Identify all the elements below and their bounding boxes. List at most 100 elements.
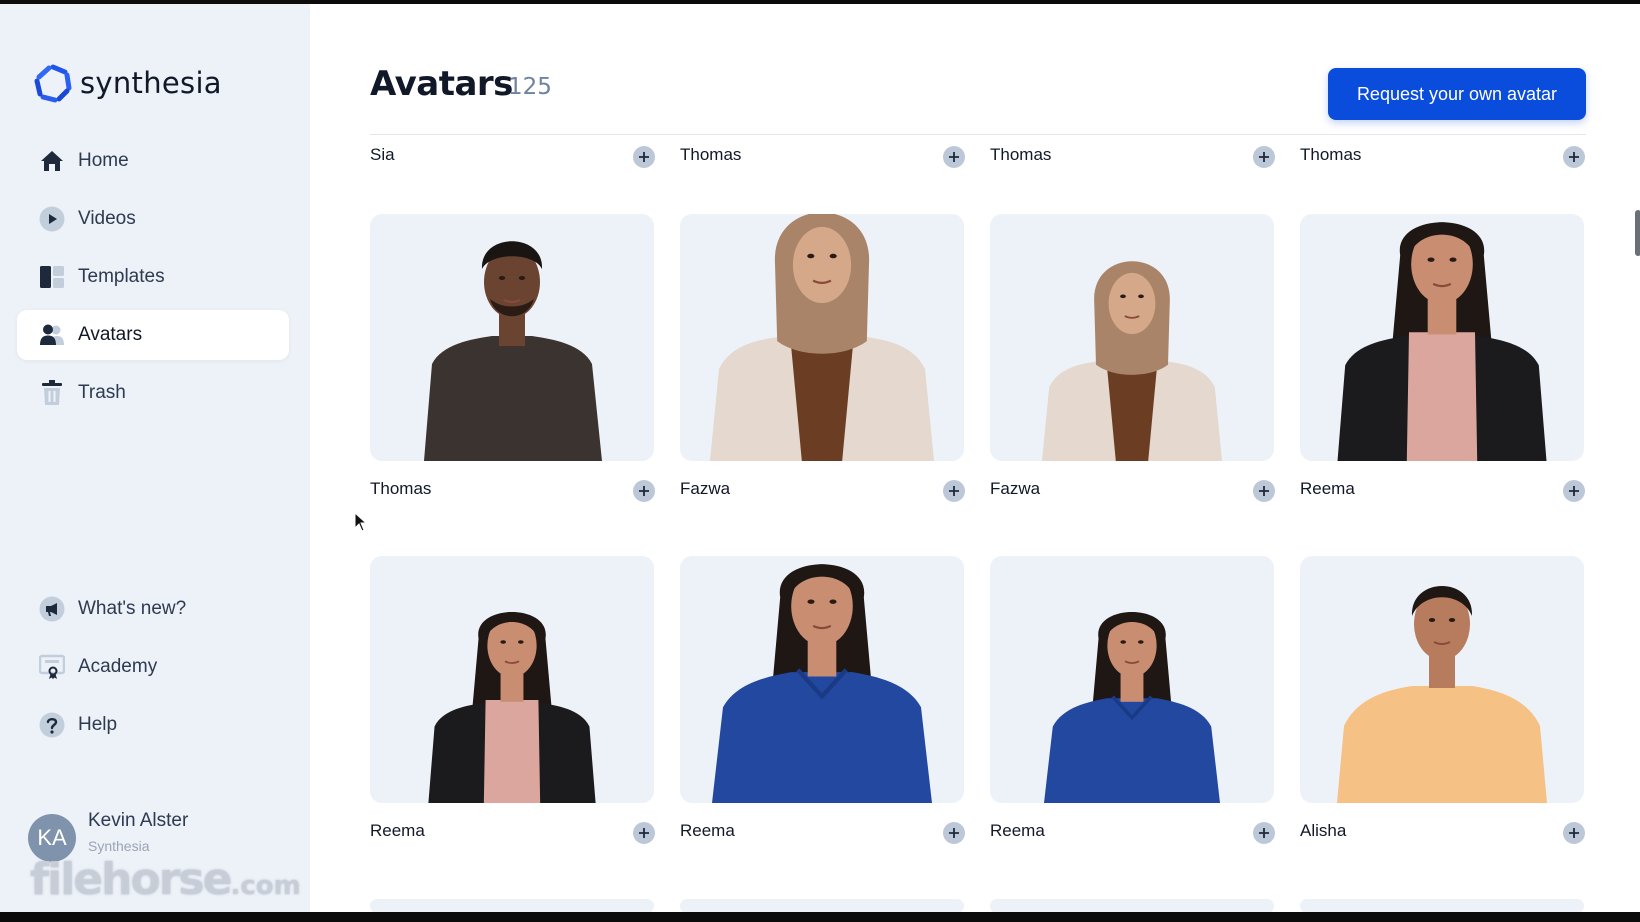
nav-label: Videos — [78, 208, 136, 229]
nav-item-avatars[interactable]: Avatars — [17, 310, 289, 360]
avatar-name: Thomas — [370, 479, 432, 498]
avatar-neck — [1429, 656, 1455, 688]
avatar-thumbnail[interactable] — [680, 214, 964, 461]
avatar-name: Thomas — [680, 145, 742, 164]
nav-label: Trash — [78, 382, 126, 403]
help-icon — [39, 712, 65, 738]
plus-icon — [639, 828, 649, 838]
avatar-thumbnail — [990, 899, 1274, 912]
nav-label: Academy — [78, 656, 158, 677]
filehorse-watermark: filehorse.com — [30, 854, 301, 905]
plus-icon — [1259, 486, 1269, 496]
avatar-name: Thomas — [1300, 145, 1362, 164]
scrollbar-thumb[interactable] — [1635, 210, 1640, 256]
plus-icon — [639, 152, 649, 162]
nav-item-trash[interactable]: Trash — [17, 368, 289, 418]
avatar-clothing — [1337, 686, 1547, 803]
add-avatar-button[interactable] — [633, 480, 655, 502]
avatar-image — [424, 241, 602, 461]
add-avatar-button[interactable] — [1253, 146, 1275, 168]
sidebar: synthesia Home Videos Templates Avatars … — [0, 4, 310, 912]
request-own-avatar-button[interactable]: Request your own avatar — [1328, 68, 1586, 120]
avatar-thumbnail[interactable] — [680, 556, 964, 803]
avatar-eye — [1448, 618, 1456, 622]
avatar-eye — [1428, 618, 1436, 622]
nav-item-home[interactable]: Home — [17, 136, 289, 186]
nav-label: Home — [78, 150, 129, 171]
avatar-figure — [1044, 612, 1220, 803]
avatar-image — [428, 612, 596, 803]
avatar-name: Fazwa — [990, 479, 1041, 498]
user-organization: Synthesia — [88, 838, 150, 854]
nav-item-whats-new[interactable]: What's new? — [17, 584, 289, 634]
home-icon — [39, 148, 65, 174]
avatar-figure — [1337, 222, 1547, 461]
add-avatar-button[interactable] — [1563, 480, 1585, 502]
avatar-face — [792, 226, 852, 304]
mouse-cursor-icon — [354, 512, 368, 532]
plus-icon — [1569, 486, 1579, 496]
nav-label: Avatars — [78, 324, 143, 345]
brand-name: synthesia — [80, 66, 222, 100]
avatar-thumbnail[interactable] — [1300, 214, 1584, 461]
nav-item-videos[interactable]: Videos — [17, 194, 289, 244]
add-avatar-button[interactable] — [1563, 146, 1585, 168]
add-avatar-button[interactable] — [943, 822, 965, 844]
avatar-neck — [1120, 673, 1144, 702]
avatar-figure — [710, 214, 934, 461]
avatar-name: Sia — [370, 145, 395, 164]
avatar-thumbnail[interactable] — [370, 556, 654, 803]
avatar-image — [710, 214, 934, 461]
avatar-thumbnail — [1300, 899, 1584, 912]
nav-label: What's new? — [78, 598, 187, 619]
avatar-name: Alisha — [1300, 821, 1347, 840]
avatar-figure — [712, 564, 932, 803]
avatar-neck — [500, 673, 524, 702]
avatar-thumbnail — [680, 899, 964, 912]
nav-item-templates[interactable]: Templates — [17, 252, 289, 302]
add-avatar-button[interactable] — [1563, 822, 1585, 844]
add-avatar-button[interactable] — [943, 480, 965, 502]
watermark-suffix: .com — [230, 871, 301, 901]
megaphone-icon — [39, 596, 65, 622]
avatar-eye — [1120, 294, 1126, 299]
avatar-thumbnail[interactable] — [370, 214, 654, 461]
avatar-thumbnail — [370, 899, 654, 912]
avatar-eye — [518, 276, 526, 280]
plus-icon — [639, 486, 649, 496]
avatar-figure — [424, 241, 602, 461]
nav-label: Help — [78, 714, 118, 735]
plus-icon — [949, 152, 959, 162]
nav-item-academy[interactable]: Academy — [17, 642, 289, 692]
avatar-clothing — [1044, 698, 1220, 803]
add-avatar-button[interactable] — [633, 822, 655, 844]
avatar-thumbnail[interactable] — [1300, 556, 1584, 803]
user-name: Kevin Alster — [88, 810, 189, 831]
avatar-thumbnail[interactable] — [990, 214, 1274, 461]
avatar-eye — [829, 253, 837, 259]
avatar-eye — [1137, 640, 1144, 644]
add-avatar-button[interactable] — [1253, 480, 1275, 502]
avatar-eye — [517, 640, 524, 644]
synthesia-logo[interactable]: synthesia — [32, 62, 222, 104]
header-divider — [370, 134, 1586, 135]
watermark-text: filehorse — [30, 854, 232, 905]
avatar-count: 125 — [508, 74, 552, 100]
avatar-name: Thomas — [990, 145, 1052, 164]
add-avatar-button[interactable] — [943, 146, 965, 168]
add-avatar-button[interactable] — [633, 146, 655, 168]
avatar-thumbnail[interactable] — [990, 556, 1274, 803]
templates-icon — [39, 264, 65, 290]
plus-icon — [1569, 152, 1579, 162]
nav-label: Templates — [78, 266, 165, 287]
avatar-eye — [1138, 294, 1144, 299]
avatars-icon — [39, 322, 65, 348]
avatar-clothing — [424, 336, 602, 461]
nav-item-help[interactable]: Help — [17, 700, 289, 750]
avatar-eye — [500, 640, 507, 644]
page-title: Avatars — [370, 64, 513, 104]
avatar-name: Reema — [680, 821, 735, 840]
screen-bottom-border — [0, 912, 1640, 922]
avatar-name: Reema — [990, 821, 1045, 840]
add-avatar-button[interactable] — [1253, 822, 1275, 844]
